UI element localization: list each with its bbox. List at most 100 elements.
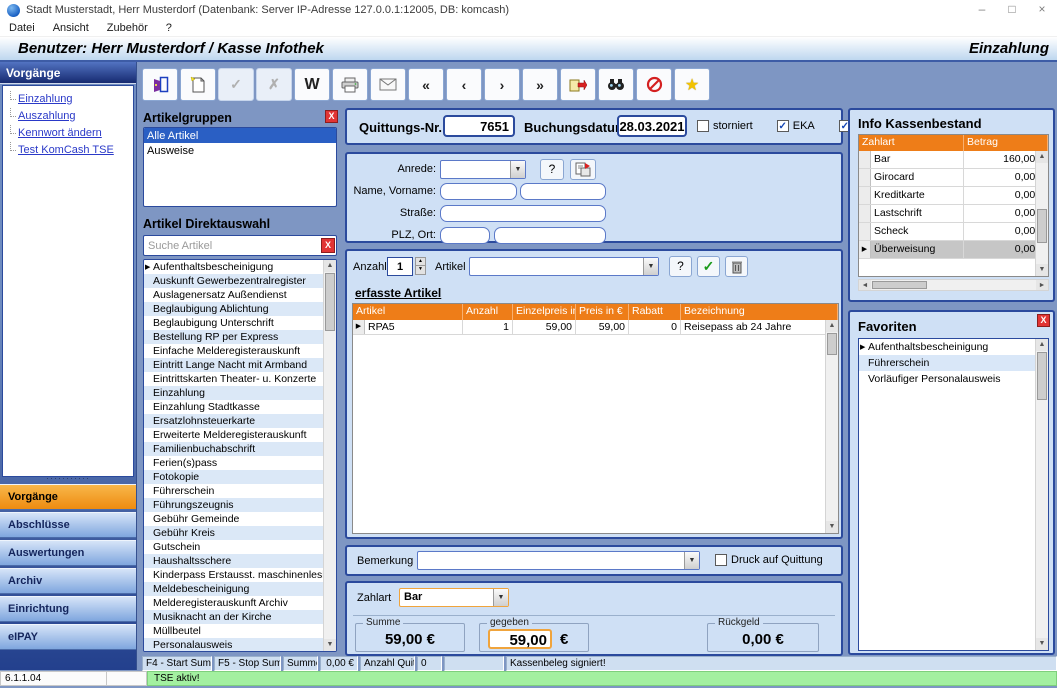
previous-record-icon[interactable]: ‹	[446, 68, 482, 101]
favoriten-scrollbar[interactable]: ▲ ▼	[1035, 339, 1048, 650]
checkbox-box-icon[interactable]	[697, 120, 709, 132]
kassenbestand-row[interactable]: Überweisung 0,00 €	[859, 241, 1048, 259]
artikel-select[interactable]: ▼	[469, 257, 659, 276]
sidebar-tree-item[interactable]: Test KomCash TSE	[3, 142, 133, 159]
scroll-up-icon[interactable]: ▲	[1036, 339, 1048, 351]
article-list-item[interactable]: Gutschein	[144, 540, 323, 554]
artikelgruppe-item[interactable]: Ausweise	[144, 143, 336, 158]
article-entry-row[interactable]: ▶ RPA5 1 59,00 59,00 0 Reisepass ab 24 J…	[353, 320, 838, 335]
scroll-left-icon[interactable]: ◄	[859, 280, 871, 290]
artikelgruppe-item[interactable]: Alle Artikel	[144, 128, 336, 143]
artikel-help-button[interactable]: ?	[669, 256, 692, 277]
favorit-item[interactable]: Führerschein	[859, 355, 1035, 371]
kassenbestand-row[interactable]: Scheck 0,00 €	[859, 223, 1048, 241]
article-list-item[interactable]: Ersatzlohnsteuerkarte	[144, 414, 323, 428]
table-column-header[interactable]: Zahlart	[859, 135, 964, 151]
article-list-item[interactable]: Bestellung RP per Express	[144, 330, 323, 344]
checkbox-box-icon[interactable]	[715, 554, 727, 566]
receipt-checkbox[interactable]: storniert	[697, 120, 753, 132]
anzahl-input[interactable]: 1	[387, 257, 413, 276]
anrede-help-button[interactable]: ?	[540, 159, 564, 180]
gegeben-input[interactable]: 59,00	[488, 629, 552, 649]
name-input[interactable]	[440, 183, 517, 200]
stepper-down-icon[interactable]: ▼	[415, 266, 426, 275]
article-list-item[interactable]: Personalausweis	[144, 638, 323, 651]
buchungsdatum-input[interactable]: 28.03.2021	[617, 115, 687, 137]
article-list-item[interactable]: Eintritt Lange Nacht mit Armband	[144, 358, 323, 372]
article-list-item[interactable]: Kinderpass Erstausst. maschinenlesbar	[144, 568, 323, 582]
article-list-item[interactable]: Familienbuchabschrift	[144, 442, 323, 456]
table-column-header[interactable]: Betrag	[964, 135, 1048, 151]
article-list-item[interactable]: Müllbeutel	[144, 624, 323, 638]
kassenbestand-row[interactable]: Bar 160,00 €	[859, 151, 1048, 169]
favorit-item[interactable]: Aufenthaltsbescheinigung	[859, 339, 1035, 355]
confirm-article-button[interactable]: ✓	[697, 256, 720, 277]
table-column-header[interactable]: Rabatt	[629, 304, 681, 320]
first-record-icon[interactable]: «	[408, 68, 444, 101]
scroll-up-icon[interactable]: ▲	[324, 260, 336, 272]
sidebar-tree-item[interactable]: Kennwort ändern	[3, 125, 133, 142]
stepper-up-icon[interactable]: ▲	[415, 257, 426, 266]
sidebar-tree-item[interactable]: Einzahlung	[3, 91, 133, 108]
article-list-item[interactable]: Beglaubigung Ablichtung	[144, 302, 323, 316]
anrede-select[interactable]: ▼	[440, 160, 526, 179]
table-column-header[interactable]: Einzelpreis in €	[513, 304, 576, 320]
scroll-up-icon[interactable]: ▲	[826, 320, 838, 332]
next-record-icon[interactable]: ›	[484, 68, 520, 101]
druck-auf-quittung-checkbox[interactable]: Druck auf Quittung	[715, 554, 823, 566]
article-list-item[interactable]: Gebühr Kreis	[144, 526, 323, 540]
minimize-icon[interactable]: –	[967, 0, 997, 20]
article-list-item[interactable]: Auslagenersatz Außendienst	[144, 288, 323, 302]
zahlart-select[interactable]: Bar ▼	[399, 588, 509, 607]
close-favoriten-icon[interactable]: X	[1037, 314, 1050, 327]
sidebar-nav-button[interactable]: Auswertungen	[0, 540, 136, 566]
search-icon[interactable]	[598, 68, 634, 101]
word-export-icon[interactable]: W	[294, 68, 330, 101]
article-list-item[interactable]: Auskunft Gewerbezentralregister	[144, 274, 323, 288]
post-entry-icon[interactable]	[560, 68, 596, 101]
chevron-down-icon[interactable]: ▼	[643, 258, 658, 275]
scroll-right-icon[interactable]: ►	[1036, 280, 1048, 290]
bemerkung-select[interactable]: ▼	[417, 551, 700, 570]
strasse-input[interactable]	[440, 205, 606, 222]
chevron-down-icon[interactable]: ▼	[493, 589, 508, 606]
scroll-down-icon[interactable]: ▼	[324, 639, 336, 651]
article-list-item[interactable]: Eintrittskarten Theater- u. Konzerte	[144, 372, 323, 386]
scroll-down-icon[interactable]: ▼	[1036, 638, 1048, 650]
print-icon[interactable]	[332, 68, 368, 101]
anzahl-stepper[interactable]: ▲ ▼	[415, 257, 426, 276]
article-list-item[interactable]: Musiknacht an der Kirche	[144, 610, 323, 624]
kassenbestand-row[interactable]: Lastschrift 0,00 €	[859, 205, 1048, 223]
scroll-down-icon[interactable]: ▼	[826, 521, 838, 533]
sidebar-tree-item[interactable]: Auszahlung	[3, 108, 133, 125]
article-list-item[interactable]: Führungszeugnis	[144, 498, 323, 512]
chevron-down-icon[interactable]: ▼	[510, 161, 525, 178]
article-list-item[interactable]: Gebühr Gemeinde	[144, 512, 323, 526]
article-list-item[interactable]: Fotokopie	[144, 470, 323, 484]
article-list-item[interactable]: Aufenthaltsbescheinigung	[144, 260, 323, 274]
storno-icon[interactable]	[636, 68, 672, 101]
kassenbestand-row[interactable]: Girocard 0,00 €	[859, 169, 1048, 187]
sidebar-nav-button[interactable]: Archiv	[0, 568, 136, 594]
menu-item[interactable]: Datei	[0, 22, 44, 34]
vorname-input[interactable]	[520, 183, 606, 200]
sidebar-nav-button[interactable]: Vorgänge	[0, 484, 136, 510]
entry-table-scrollbar[interactable]: ▲ ▼	[825, 320, 838, 533]
email-icon[interactable]	[370, 68, 406, 101]
receipt-checkbox[interactable]: EKA	[777, 120, 815, 132]
last-record-icon[interactable]: »	[522, 68, 558, 101]
close-icon[interactable]: ×	[1027, 0, 1057, 20]
kassenbestand-hscrollbar[interactable]: ◄ ►	[858, 279, 1049, 291]
quittungsnr-input[interactable]: 7651	[443, 115, 515, 137]
article-list-scrollbar[interactable]: ▲ ▼	[323, 260, 336, 651]
exit-icon[interactable]	[142, 68, 178, 101]
address-copy-icon[interactable]	[570, 159, 596, 180]
menu-item[interactable]: Zubehör	[98, 22, 157, 34]
article-list-item[interactable]: Haushaltsschere	[144, 554, 323, 568]
table-column-header[interactable]: Anzahl	[463, 304, 513, 320]
close-artikelgruppen-icon[interactable]: X	[325, 110, 338, 123]
splitter-handle[interactable]: ···········	[0, 476, 136, 484]
ort-input[interactable]	[494, 227, 606, 244]
kassenbestand-vscrollbar[interactable]: ▲ ▼	[1035, 151, 1048, 276]
favorites-icon[interactable]: ★	[674, 68, 710, 101]
